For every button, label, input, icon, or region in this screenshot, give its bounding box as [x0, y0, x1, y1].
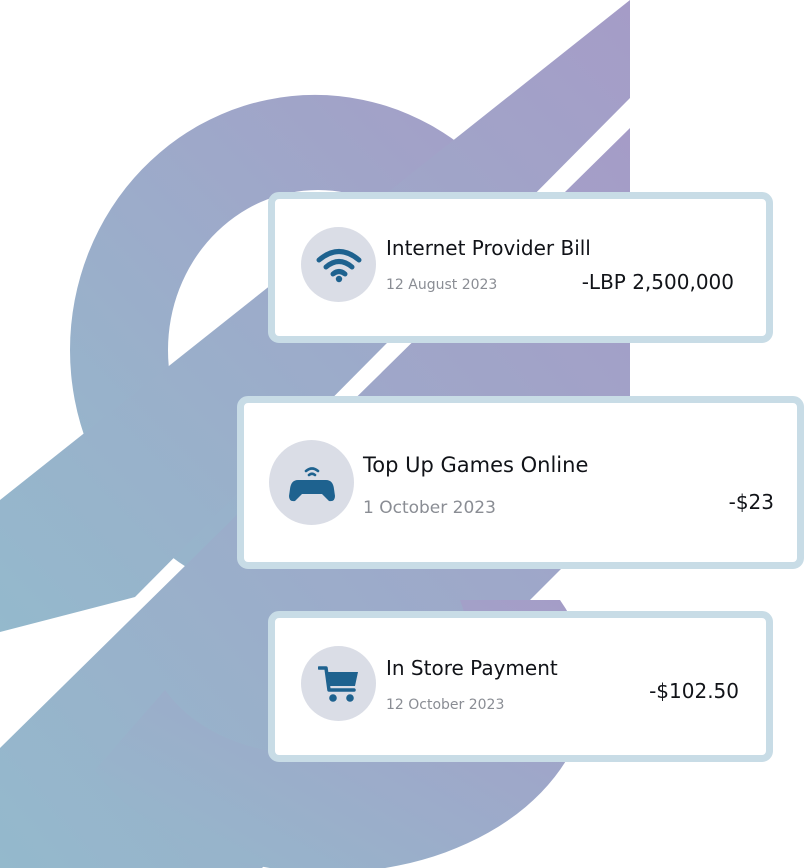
gamepad-icon	[288, 466, 335, 501]
transaction-amount: -$102.50	[649, 679, 739, 703]
transaction-card-internet[interactable]: Internet Provider Bill 12 August 2023 -L…	[268, 192, 773, 343]
wifi-icon	[316, 248, 361, 282]
transaction-date: 12 October 2023	[386, 697, 505, 713]
transaction-date: 1 October 2023	[363, 498, 496, 518]
transaction-title: Internet Provider Bill	[386, 236, 591, 260]
transaction-amount: -LBP 2,500,000	[581, 270, 734, 294]
transaction-card-games[interactable]: Top Up Games Online 1 October 2023 -$23	[237, 396, 804, 569]
transaction-date: 12 August 2023	[386, 277, 498, 293]
transaction-icon-wrapper	[269, 440, 354, 525]
transaction-icon-wrapper	[301, 227, 376, 302]
transaction-amount: -$23	[728, 490, 774, 514]
shopping-cart-icon	[317, 665, 358, 702]
transaction-icon-wrapper	[301, 646, 376, 721]
transaction-card-store[interactable]: In Store Payment 12 October 2023 -$102.5…	[268, 611, 773, 762]
transaction-title: In Store Payment	[386, 656, 558, 680]
transaction-title: Top Up Games Online	[363, 453, 589, 477]
